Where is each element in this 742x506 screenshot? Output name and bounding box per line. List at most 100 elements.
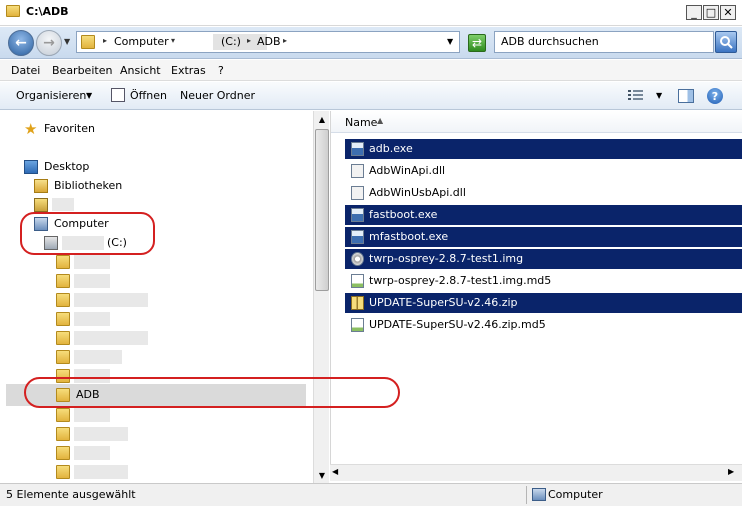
close-button[interactable]: ✕ <box>720 5 736 20</box>
help-icon[interactable]: ? <box>707 88 723 104</box>
menu-help[interactable]: ? <box>218 64 224 77</box>
folder-icon <box>56 293 70 307</box>
menu-tools[interactable]: Extras <box>171 64 206 77</box>
folder-icon <box>56 274 70 288</box>
redacted-region <box>74 274 110 288</box>
redacted-region <box>74 312 110 326</box>
redacted-region <box>74 446 110 460</box>
libraries-icon <box>34 179 48 193</box>
nav-item-folder[interactable] <box>0 309 313 329</box>
horizontal-scrollbar[interactable]: ◀ ▶ <box>330 464 742 481</box>
chevron-right-icon[interactable]: ▸ <box>247 36 251 45</box>
search-input[interactable]: ADB durchsuchen <box>494 31 714 53</box>
scroll-right-icon[interactable]: ▶ <box>728 467 734 476</box>
file-row[interactable]: adb.exe <box>345 139 742 159</box>
nav-item-folder[interactable] <box>0 405 313 425</box>
user-folder-icon <box>34 198 48 212</box>
breadcrumb-drive[interactable]: (C:) <box>221 35 241 48</box>
minimize-button[interactable]: _ <box>686 5 702 20</box>
file-name: fastboot.exe <box>369 208 438 221</box>
scroll-thumb[interactable] <box>315 129 329 291</box>
history-dropdown-icon[interactable]: ▼ <box>64 37 70 46</box>
menu-view[interactable]: Ansicht <box>120 64 161 77</box>
sort-ascending-icon: ▲ <box>377 116 384 125</box>
redacted-region <box>74 427 128 441</box>
menu-bar: Datei Bearbeiten Ansicht Extras ? <box>0 60 742 81</box>
scroll-up-icon[interactable]: ▲ <box>314 111 330 127</box>
new-folder-button[interactable]: Neuer Ordner <box>180 89 255 102</box>
chevron-right-icon[interactable]: ▸ <box>283 36 287 45</box>
folder-icon <box>56 408 70 422</box>
file-row[interactable]: twrp-osprey-2.8.7-test1.img.md5 <box>345 271 742 291</box>
exe-file-icon <box>351 230 364 244</box>
views-icon[interactable] <box>628 89 644 102</box>
file-row[interactable]: mfastboot.exe <box>345 227 742 247</box>
file-row[interactable]: AdbWinUsbApi.dll <box>345 183 742 203</box>
file-list: Name ▲ adb.exe AdbWinApi.dll AdbWinUsbApi.… <box>330 111 742 464</box>
redacted-region <box>74 293 148 307</box>
command-bar: Organisieren ▼ Öffnen Neuer Ordner ▼ ? <box>0 82 742 110</box>
file-name: mfastboot.exe <box>369 230 449 243</box>
preview-pane-icon[interactable] <box>678 89 694 103</box>
nav-item-folder[interactable] <box>0 424 313 444</box>
chevron-right-icon[interactable]: ▸ <box>103 36 107 45</box>
folder-icon <box>81 35 95 49</box>
status-divider <box>526 486 527 504</box>
file-row[interactable]: UPDATE-SuperSU-v2.46.zip <box>345 293 742 313</box>
file-row[interactable]: AdbWinApi.dll <box>345 161 742 181</box>
menu-file[interactable]: Datei <box>11 64 40 77</box>
file-name: AdbWinUsbApi.dll <box>369 186 466 199</box>
breadcrumb-computer[interactable]: Computer <box>114 35 169 48</box>
nav-item-folder[interactable] <box>0 462 313 482</box>
folder-icon <box>56 465 70 479</box>
md5-file-icon <box>351 318 364 332</box>
address-dropdown-icon[interactable]: ▼ <box>447 37 453 46</box>
menu-edit[interactable]: Bearbeiten <box>52 64 112 77</box>
organize-button[interactable]: Organisieren <box>16 89 86 102</box>
file-row[interactable]: twrp-osprey-2.8.7-test1.img <box>345 249 742 269</box>
back-button[interactable]: ← <box>8 30 34 56</box>
nav-label: Favoriten <box>44 122 95 135</box>
nav-item-folder[interactable] <box>0 290 313 310</box>
folder-icon <box>56 255 70 269</box>
nav-item-folder[interactable] <box>0 252 313 272</box>
scroll-left-icon[interactable]: ◀ <box>332 467 338 476</box>
redacted-region <box>52 198 74 211</box>
file-row[interactable]: fastboot.exe <box>345 205 742 225</box>
address-bar[interactable]: ▸ Computer ▾ (C:) ▸ ADB ▸ ▼ <box>76 31 460 53</box>
zip-file-icon <box>351 296 364 310</box>
annotation-circle-adb <box>24 377 400 408</box>
nav-item-favorites[interactable]: ★ Favoriten <box>0 119 313 139</box>
file-row[interactable]: UPDATE-SuperSU-v2.46.zip.md5 <box>345 315 742 335</box>
column-name-header[interactable]: Name <box>345 116 377 129</box>
nav-scrollbar[interactable]: ▲ ▼ <box>313 111 329 483</box>
nav-item-libraries[interactable]: Bibliotheken <box>0 176 313 196</box>
views-dropdown-icon[interactable]: ▼ <box>656 91 662 100</box>
nav-item-desktop[interactable]: Desktop <box>0 157 313 177</box>
refresh-icon[interactable]: ⇄ <box>468 34 486 52</box>
folder-icon <box>56 427 70 441</box>
nav-label: Bibliotheken <box>54 179 123 192</box>
navigation-pane: ★ Favoriten Desktop Bibliotheken Compute… <box>0 111 313 483</box>
nav-item-folder[interactable] <box>0 271 313 291</box>
nav-item-folder[interactable] <box>0 328 313 348</box>
chevron-down-icon[interactable]: ▾ <box>171 36 175 45</box>
forward-button[interactable]: → <box>36 30 62 56</box>
scroll-down-icon[interactable]: ▼ <box>314 467 330 483</box>
column-header: Name ▲ <box>331 111 742 133</box>
open-button[interactable]: Öffnen <box>130 89 167 102</box>
window-title: C:\ADB <box>26 5 69 18</box>
search-icon[interactable] <box>715 31 737 53</box>
file-name: UPDATE-SuperSU-v2.46.zip <box>369 296 518 309</box>
file-name: AdbWinApi.dll <box>369 164 446 177</box>
breadcrumb-adb[interactable]: ADB <box>257 35 281 48</box>
nav-item-folder[interactable] <box>0 443 313 463</box>
file-name: UPDATE-SuperSU-v2.46.zip.md5 <box>369 318 546 331</box>
title-bar: C:\ADB _ □ ✕ <box>0 0 742 26</box>
folder-icon <box>56 331 70 345</box>
redacted-region <box>74 465 128 479</box>
nav-item-folder[interactable] <box>0 347 313 367</box>
file-name: twrp-osprey-2.8.7-test1.img.md5 <box>369 274 552 287</box>
chevron-down-icon[interactable]: ▼ <box>86 91 92 100</box>
maximize-button[interactable]: □ <box>703 5 719 20</box>
